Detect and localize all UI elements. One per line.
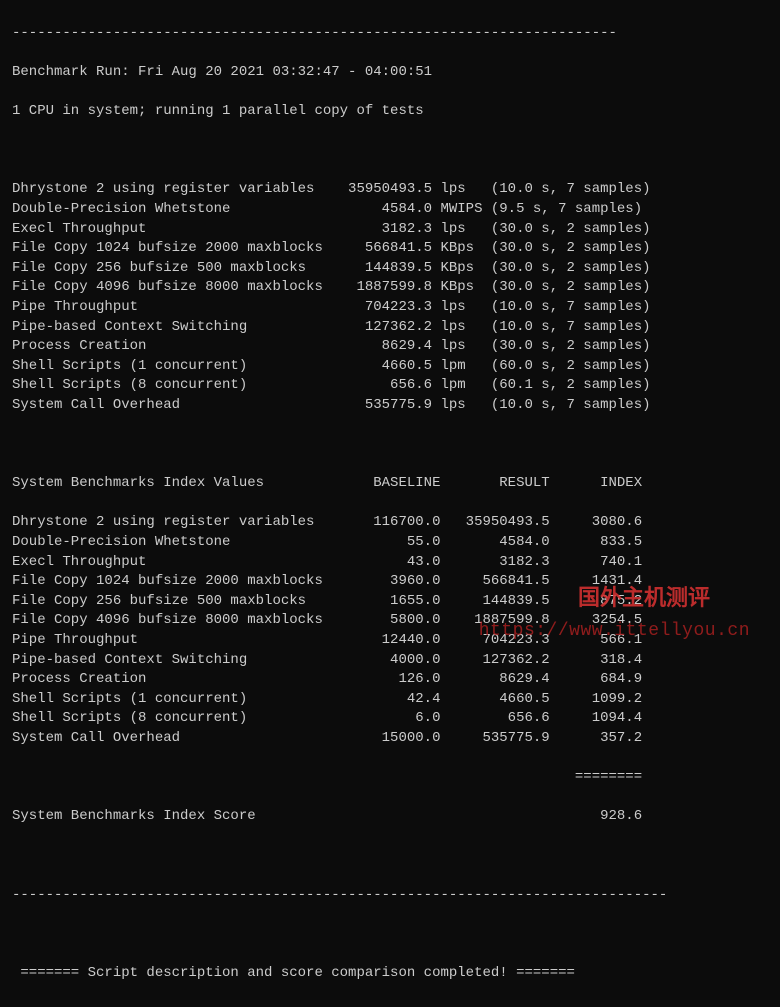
raw-result-row: Shell Scripts (8 concurrent) 656.6 lpm (…	[12, 376, 768, 396]
index-result-row: Process Creation 126.0 8629.4 684.9	[12, 670, 768, 690]
index-result-row: Double-Precision Whetstone 55.0 4584.0 8…	[12, 533, 768, 553]
divider: ----------------------------------------…	[12, 24, 768, 44]
index-header-row: System Benchmarks Index Values BASELINE …	[12, 474, 768, 494]
index-result-row: Pipe Throughput 12440.0 704223.3 566.1	[12, 631, 768, 651]
raw-result-row: Process Creation 8629.4 lps (30.0 s, 2 s…	[12, 337, 768, 357]
terminal-output: ----------------------------------------…	[0, 0, 780, 1007]
raw-result-row: Pipe Throughput 704223.3 lps (10.0 s, 7 …	[12, 298, 768, 318]
raw-result-row: File Copy 256 bufsize 500 maxblocks 1448…	[12, 259, 768, 279]
blank-line	[12, 847, 768, 867]
index-result-row: Execl Throughput 43.0 3182.3 740.1	[12, 553, 768, 573]
index-result-row: Dhrystone 2 using register variables 116…	[12, 513, 768, 533]
footer-line: ======= Script description and score com…	[12, 964, 768, 984]
index-separator: ========	[12, 768, 768, 788]
blank-line	[12, 435, 768, 455]
index-result-row: File Copy 1024 bufsize 2000 maxblocks 39…	[12, 572, 768, 592]
blank-line	[12, 141, 768, 161]
raw-result-row: Shell Scripts (1 concurrent) 4660.5 lpm …	[12, 357, 768, 377]
index-result-row: System Call Overhead 15000.0 535775.9 35…	[12, 729, 768, 749]
index-result-row: Shell Scripts (8 concurrent) 6.0 656.6 1…	[12, 709, 768, 729]
index-result-row: File Copy 256 bufsize 500 maxblocks 1655…	[12, 592, 768, 612]
index-score-row: System Benchmarks Index Score 928.6	[12, 807, 768, 827]
footer-divider: ----------------------------------------…	[12, 886, 768, 906]
raw-result-row: Double-Precision Whetstone 4584.0 MWIPS …	[12, 200, 768, 220]
benchmark-run-line: Benchmark Run: Fri Aug 20 2021 03:32:47 …	[12, 63, 768, 83]
index-results-block: Dhrystone 2 using register variables 116…	[12, 513, 768, 748]
index-result-row: Shell Scripts (1 concurrent) 42.4 4660.5…	[12, 690, 768, 710]
raw-result-row: File Copy 4096 bufsize 8000 maxblocks 18…	[12, 278, 768, 298]
raw-results-block: Dhrystone 2 using register variables 359…	[12, 180, 768, 415]
blank-line	[12, 925, 768, 945]
raw-result-row: Dhrystone 2 using register variables 359…	[12, 180, 768, 200]
index-result-row: File Copy 4096 bufsize 8000 maxblocks 58…	[12, 611, 768, 631]
raw-result-row: Execl Throughput 3182.3 lps (30.0 s, 2 s…	[12, 220, 768, 240]
cpu-line: 1 CPU in system; running 1 parallel copy…	[12, 102, 768, 122]
raw-result-row: Pipe-based Context Switching 127362.2 lp…	[12, 318, 768, 338]
raw-result-row: System Call Overhead 535775.9 lps (10.0 …	[12, 396, 768, 416]
index-result-row: Pipe-based Context Switching 4000.0 1273…	[12, 651, 768, 671]
raw-result-row: File Copy 1024 bufsize 2000 maxblocks 56…	[12, 239, 768, 259]
